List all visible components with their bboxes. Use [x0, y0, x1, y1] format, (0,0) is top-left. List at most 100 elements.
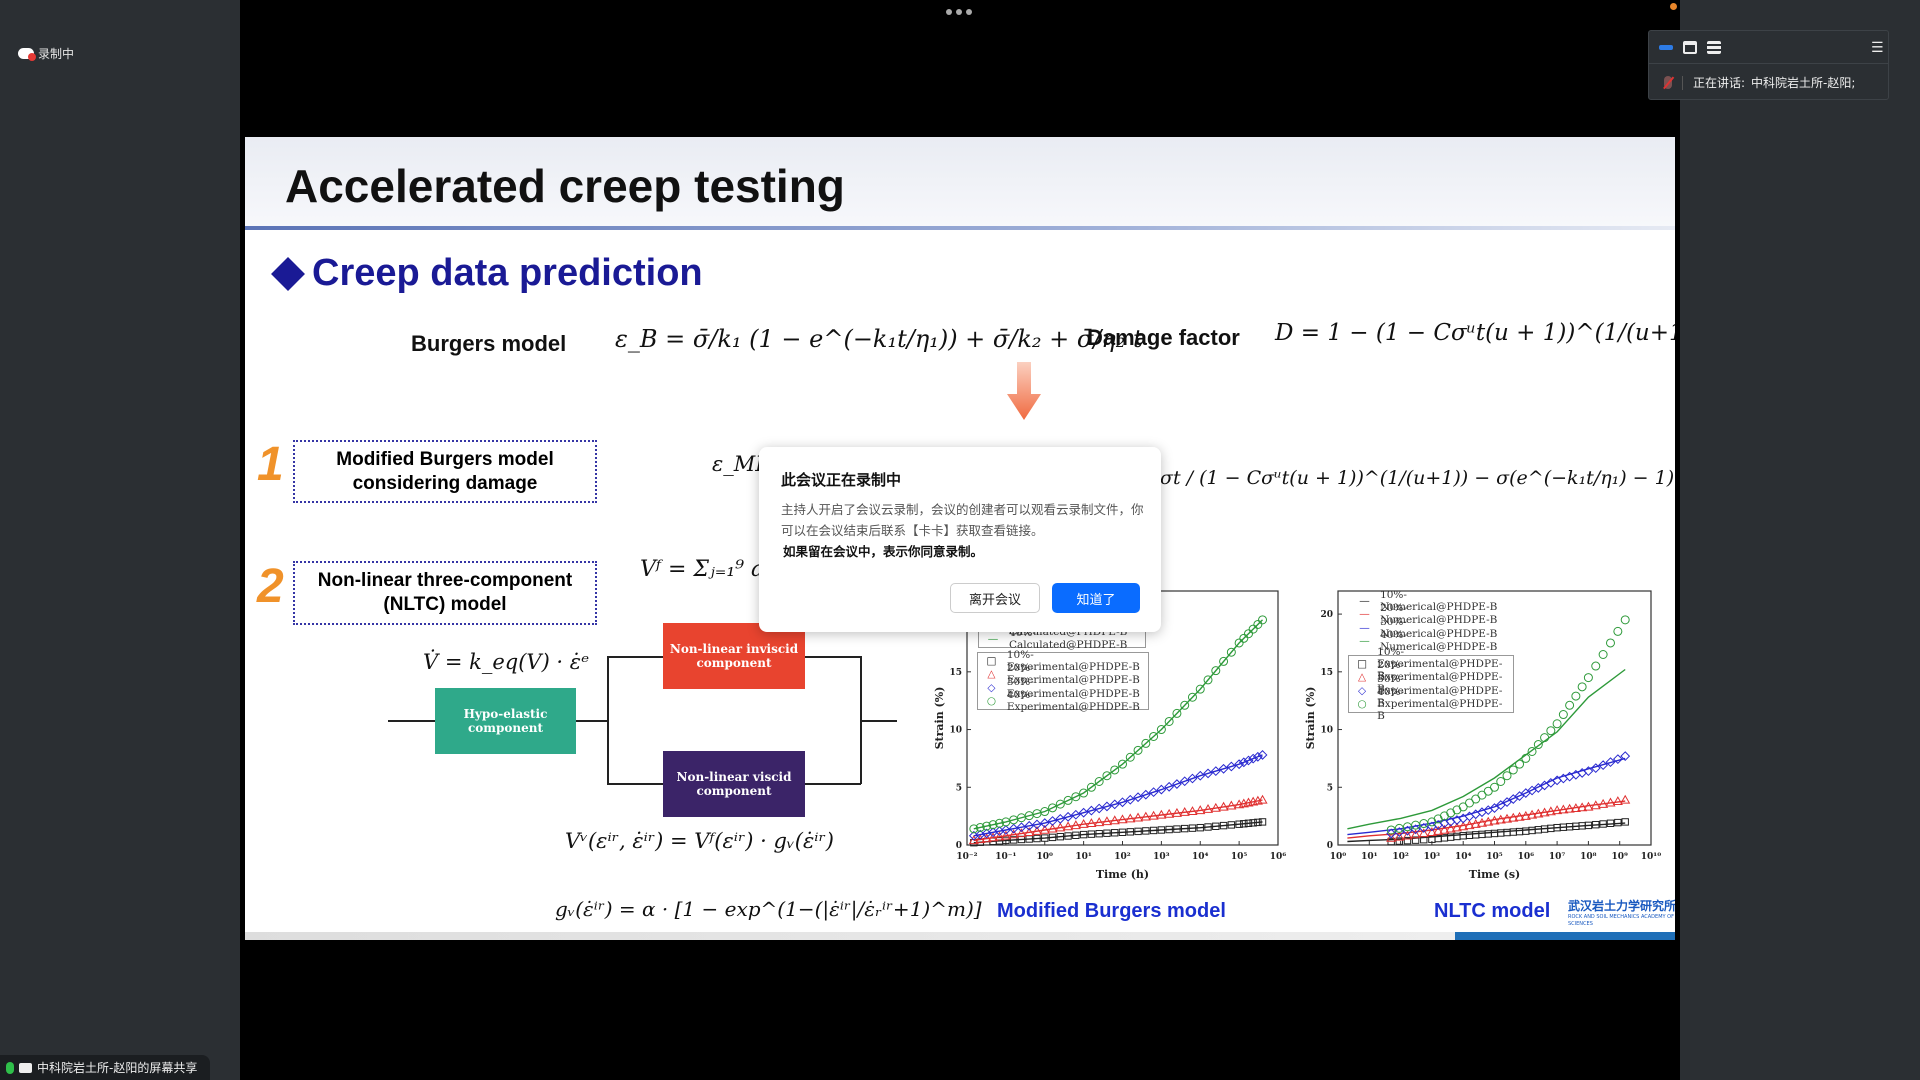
square-marker: [1515, 827, 1524, 836]
gv-formula: gᵥ(ε̇ⁱʳ) = α · [1 − exp^(1−(|ε̇ⁱʳ|/ε̇ᵣⁱʳ…: [555, 897, 982, 921]
circle-marker: [1552, 719, 1562, 729]
y-tick-label: 15: [949, 668, 962, 678]
share-label: 中科院岩土所-赵阳的屏幕共享: [37, 1061, 198, 1075]
dialog-consent-text: 如果留在会议中，表示你同意录制。: [783, 544, 984, 559]
square-marker: [1497, 829, 1505, 837]
burgers-label: Burgers model: [411, 331, 567, 356]
x-axis-label: Time (s): [1469, 868, 1520, 881]
slide-subtitle: Creep data prediction: [270, 252, 703, 295]
y-tick-label: 10: [1320, 726, 1333, 736]
speaker-name: 中科院岩土所-赵阳;: [1751, 76, 1856, 90]
vv-formula: Vᵛ(εⁱʳ, ε̇ⁱʳ) = Vᶠ(εⁱʳ) · gᵥ(ε̇ⁱʳ): [565, 829, 834, 853]
list-view-icon[interactable]: [1707, 41, 1721, 54]
square-marker: [1472, 831, 1480, 839]
item-number-1: 1: [257, 438, 284, 491]
circle-marker: [1490, 782, 1499, 792]
leave-meeting-button[interactable]: 离开会议: [950, 583, 1040, 613]
x-tick-label: 10²: [1114, 852, 1131, 862]
item-modified-burgers: Modified Burgers model considering damag…: [293, 440, 597, 503]
x-tick-label: 10⁹: [1611, 852, 1628, 862]
circle-marker: [1258, 615, 1268, 625]
item-nltc: Non-linear three-component (NLTC) model: [293, 561, 597, 625]
right-sidebar: [1680, 0, 1920, 1080]
recording-label: 录制中: [38, 47, 75, 61]
acknowledge-button[interactable]: 知道了: [1052, 583, 1140, 613]
speaking-label: 正在讲话:: [1693, 76, 1746, 90]
chart1-marker-legend: □ 10%-Experimental@PHDPE-B △ 20%-Experimen…: [977, 649, 1149, 713]
y-tick-label: 15: [1320, 668, 1333, 678]
recording-indicator[interactable]: 录制中: [18, 45, 74, 62]
y-tick-label: 0: [1327, 841, 1333, 851]
circle-marker: [1546, 726, 1556, 736]
burgers-formula: ε_B = σ̄/k₁ (1 − e^(−k₁t/η₁)) + σ̄/k₂ + …: [615, 325, 1143, 353]
expand-panel-icon[interactable]: ☰: [1871, 40, 1884, 56]
chart2-line-legend: —10%-Numerical@PHDPE-B —20%-Numerical@PH…: [1359, 588, 1498, 654]
dialog-title: 此会议正在录制中: [781, 471, 902, 489]
x-tick-label: 10⁵: [1231, 852, 1248, 862]
title-divider: [245, 226, 1675, 230]
y-tick-label: 5: [1327, 783, 1333, 793]
circle-marker: [1577, 682, 1587, 692]
y-axis-label: Strain (%): [933, 687, 946, 750]
x-tick-label: 10⁵: [1486, 852, 1503, 862]
x-tick-label: 10⁻¹: [995, 852, 1016, 862]
cloud-record-icon: [18, 48, 36, 61]
status-dot: [1670, 3, 1677, 10]
square-marker: [1528, 826, 1536, 835]
inviscid-component: Non-linear inviscid component: [663, 623, 805, 689]
x-tick-label: 10⁷: [1549, 852, 1566, 862]
mb-formula-right: σt / (1 − Cσᵘt(u + 1))^(1/(u+1)) − σ(e^(…: [1160, 467, 1675, 489]
square-marker: [1621, 818, 1629, 826]
screen-share-icon: [19, 1062, 32, 1073]
y-axis-label: Strain (%): [1304, 687, 1317, 750]
item-number-2: 2: [257, 560, 284, 613]
square-marker: [1490, 829, 1499, 838]
x-tick-label: 10⁴: [1455, 852, 1472, 862]
viscid-component: Non-linear viscid component: [663, 751, 805, 817]
circle-marker: [1446, 808, 1456, 818]
x-tick-label: 10⁴: [1192, 852, 1209, 862]
square-marker: [1522, 827, 1530, 835]
square-marker: [1614, 818, 1622, 827]
circle-marker: [1613, 626, 1623, 636]
diamond-bullet-icon: [271, 256, 305, 291]
circle-marker: [1571, 691, 1581, 701]
x-tick-label: 10⁻²: [956, 852, 977, 862]
circle-marker: [1508, 765, 1518, 775]
x-tick-label: 10²: [1392, 852, 1409, 862]
circle-marker: [1452, 805, 1462, 815]
damage-formula: D = 1 − (1 − Cσᵘt(u + 1))^(1/(u+1)): [1275, 320, 1675, 346]
circle-marker: [1620, 615, 1630, 625]
square-marker: [1509, 828, 1517, 836]
y-tick-label: 20: [1320, 610, 1333, 620]
x-tick-label: 10¹: [1361, 852, 1378, 862]
y-tick-label: 10: [949, 726, 962, 736]
subtitle-text: Creep data prediction: [312, 252, 703, 294]
x-tick-label: 10³: [1153, 852, 1170, 862]
window-icon[interactable]: [1683, 41, 1697, 54]
caption-nltc: NLTC model: [1434, 900, 1551, 922]
x-tick-label: 10⁶: [1518, 852, 1535, 862]
institute-logo: 武汉岩土力学研究所 ROCK AND SOIL MECHANICS ACADEM…: [1568, 899, 1675, 927]
square-marker: [1459, 832, 1467, 840]
x-tick-label: 10⁶: [1270, 852, 1287, 862]
circle-marker: [1605, 638, 1615, 648]
circle-marker: [1533, 740, 1543, 750]
muted-mic-icon: [1664, 76, 1672, 89]
square-marker: [1465, 831, 1474, 840]
screen-share-badge[interactable]: 中科院岩土所-赵阳的屏幕共享: [0, 1055, 210, 1080]
circle-marker: [1591, 661, 1601, 671]
minimize-icon[interactable]: [1659, 45, 1673, 50]
circle-marker: [1583, 673, 1593, 683]
x-tick-label: 10¹⁰: [1641, 852, 1661, 862]
y-tick-label: 0: [956, 841, 962, 851]
square-marker: [1503, 828, 1511, 837]
square-marker: [1478, 830, 1486, 839]
down-arrow-icon: [1007, 362, 1041, 420]
left-sidebar: [0, 0, 240, 1080]
x-tick-label: 10¹: [1075, 852, 1092, 862]
more-options-button[interactable]: [946, 9, 972, 15]
circle-marker: [1598, 650, 1608, 659]
circle-marker: [1502, 771, 1512, 781]
x-tick-label: 10³: [1424, 852, 1441, 862]
